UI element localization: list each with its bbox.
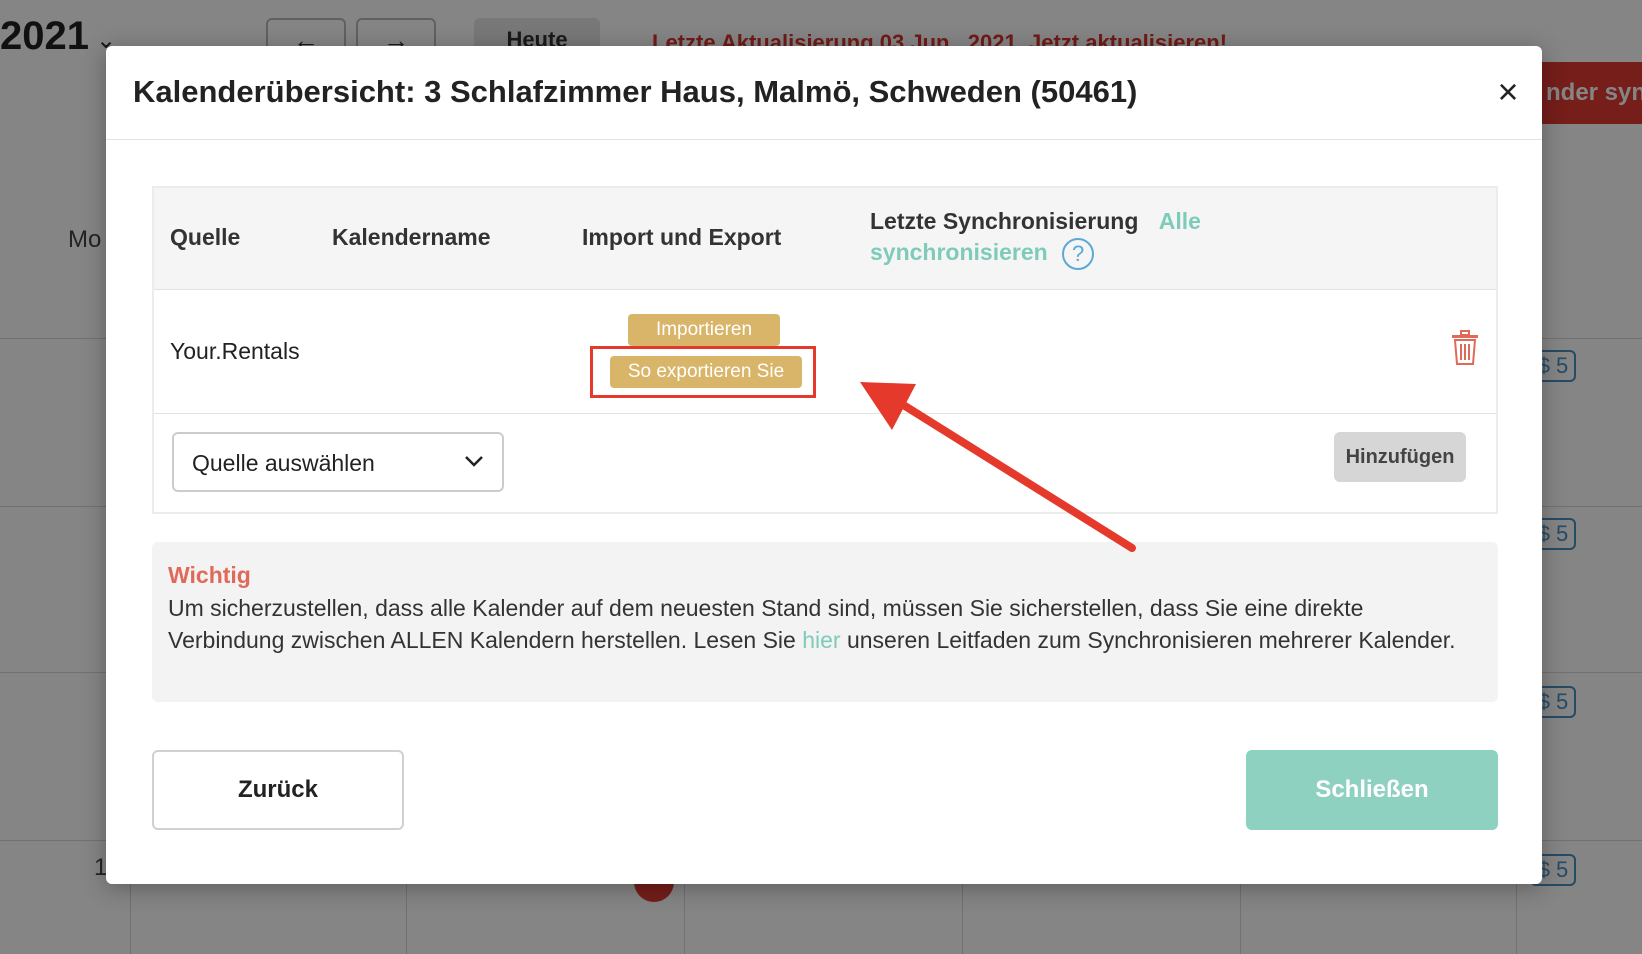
close-icon[interactable]: × — [1486, 72, 1530, 116]
header-sync-all-row: synchronisieren ? — [870, 238, 1095, 270]
note-text-after: unseren Leitfaden zum Synchronisieren me… — [840, 627, 1456, 653]
note-text: Um sicherzustellen, dass alle Kalender a… — [168, 592, 1478, 656]
source-name: Your.Rentals — [170, 338, 300, 364]
header-source: Quelle — [170, 224, 241, 250]
table-row: Your.Rentals Importieren So exportieren … — [154, 290, 1496, 414]
important-note: Wichtig Um sicherzustellen, dass alle Ka… — [152, 542, 1498, 702]
header-last-sync: Letzte Synchronisierung Alle — [870, 208, 1201, 235]
note-title: Wichtig — [168, 562, 251, 588]
sync-all-link-continued[interactable]: synchronisieren — [870, 239, 1048, 265]
chevron-down-icon — [465, 456, 483, 467]
header-import-export: Import und Export — [582, 224, 782, 250]
modal-header: Kalenderübersicht: 3 Schlafzimmer Haus, … — [106, 46, 1542, 140]
close-button[interactable]: Schließen — [1246, 750, 1498, 830]
add-button[interactable]: Hinzufügen — [1334, 432, 1466, 482]
export-button[interactable]: So exportieren Sie — [610, 356, 802, 388]
add-source-row: Quelle auswählen Hinzufügen — [154, 414, 1496, 512]
header-last-sync-label: Letzte Synchronisierung — [870, 208, 1139, 234]
guide-link[interactable]: hier — [802, 627, 840, 653]
source-select-value: Quelle auswählen — [192, 450, 375, 476]
sync-all-link[interactable]: Alle — [1159, 208, 1201, 234]
header-calendar-name: Kalendername — [332, 224, 491, 250]
modal-title: Kalenderübersicht: 3 Schlafzimmer Haus, … — [133, 74, 1138, 109]
help-icon[interactable]: ? — [1062, 238, 1095, 270]
import-button[interactable]: Importieren — [628, 314, 780, 346]
source-select[interactable]: Quelle auswählen — [172, 432, 504, 492]
calendar-table: Quelle Kalendername Import und Export Le… — [152, 186, 1498, 514]
table-header: Quelle Kalendername Import und Export Le… — [154, 188, 1496, 290]
trash-icon[interactable] — [1450, 330, 1480, 366]
back-button[interactable]: Zurück — [152, 750, 404, 830]
calendar-overview-modal: Kalenderübersicht: 3 Schlafzimmer Haus, … — [106, 46, 1542, 884]
